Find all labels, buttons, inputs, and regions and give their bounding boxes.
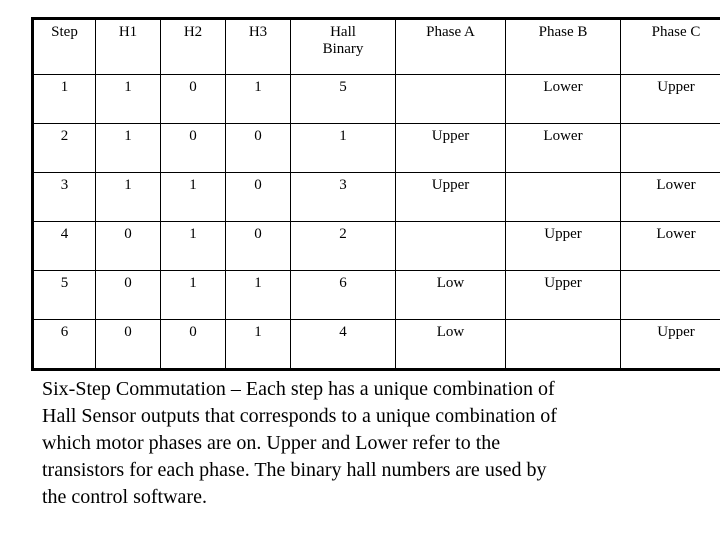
cell-phase-c: Upper [620,319,720,370]
table-header: Step H1 H2 H3 Hall Binary Phase A Phase … [32,18,720,75]
cell-h1: 0 [95,270,161,320]
caption-line-5: the control software. [42,486,207,508]
table-row: 5 0 1 1 6 Low Upper [32,270,720,320]
six-step-commutation-table: Step H1 H2 H3 Hall Binary Phase A Phase … [31,17,720,371]
figure-caption: Six-Step Commutation – Each step has a u… [42,376,682,511]
cell-step: 2 [32,123,96,173]
cell-hall-binary: 2 [290,221,396,271]
caption-line-4: transistors for each phase. The binary h… [42,459,547,481]
cell-step: 3 [32,172,96,222]
cell-hall-binary: 5 [290,74,396,124]
cell-h3: 0 [225,221,291,271]
column-header-h1: H1 [95,18,161,75]
cell-h1: 0 [95,221,161,271]
cell-h3: 1 [225,74,291,124]
cell-phase-c [620,270,720,320]
cell-h1: 0 [95,319,161,370]
table-header-row: Step H1 H2 H3 Hall Binary Phase A Phase … [32,18,720,75]
table-row: 4 0 1 0 2 Upper Lower [32,221,720,271]
cell-phase-a [395,221,506,271]
cell-step: 6 [32,319,96,370]
cell-h1: 1 [95,74,161,124]
caption-line-2: Hall Sensor outputs that corresponds to … [42,405,557,427]
column-header-step: Step [32,18,96,75]
cell-step: 1 [32,74,96,124]
cell-h3: 1 [225,270,291,320]
cell-phase-b: Lower [505,123,621,173]
column-header-hall-line1: Hall [330,24,356,40]
cell-h3: 1 [225,319,291,370]
cell-step: 4 [32,221,96,271]
cell-phase-a: Low [395,270,506,320]
column-header-h3: H3 [225,18,291,75]
table-row: 1 1 0 1 5 Lower Upper [32,74,720,124]
cell-step: 5 [32,270,96,320]
column-header-phase-b: Phase B [505,18,621,75]
cell-phase-b: Lower [505,74,621,124]
cell-phase-b: Upper [505,270,621,320]
cell-phase-c: Lower [620,221,720,271]
cell-phase-a: Upper [395,172,506,222]
table-row: 2 1 0 0 1 Upper Lower [32,123,720,173]
cell-h1: 1 [95,172,161,222]
caption-line-1: Six-Step Commutation – Each step has a u… [42,378,555,400]
cell-hall-binary: 6 [290,270,396,320]
cell-phase-b: Upper [505,221,621,271]
cell-h2: 1 [160,270,226,320]
cell-phase-b [505,172,621,222]
cell-h2: 0 [160,74,226,124]
column-header-h2: H2 [160,18,226,75]
cell-h3: 0 [225,172,291,222]
cell-phase-a [395,74,506,124]
cell-phase-b [505,319,621,370]
column-header-hall-line2: Binary [322,40,364,57]
cell-phase-a: Upper [395,123,506,173]
cell-phase-c [620,123,720,173]
table-body: 1 1 0 1 5 Lower Upper 2 1 0 0 1 Upper Lo… [32,74,720,370]
cell-h1: 1 [95,123,161,173]
cell-h2: 1 [160,221,226,271]
cell-h2: 0 [160,319,226,370]
column-header-phase-a: Phase A [395,18,506,75]
cell-phase-a: Low [395,319,506,370]
table-row: 6 0 0 1 4 Low Upper [32,319,720,370]
cell-hall-binary: 1 [290,123,396,173]
cell-h3: 0 [225,123,291,173]
table-row: 3 1 1 0 3 Upper Lower [32,172,720,222]
column-header-phase-c: Phase C [620,18,720,75]
cell-phase-c: Upper [620,74,720,124]
cell-hall-binary: 4 [290,319,396,370]
cell-phase-c: Lower [620,172,720,222]
column-header-hall-binary: Hall Binary [290,18,396,75]
cell-h2: 0 [160,123,226,173]
cell-h2: 1 [160,172,226,222]
cell-hall-binary: 3 [290,172,396,222]
caption-line-3: which motor phases are on. Upper and Low… [42,432,501,454]
